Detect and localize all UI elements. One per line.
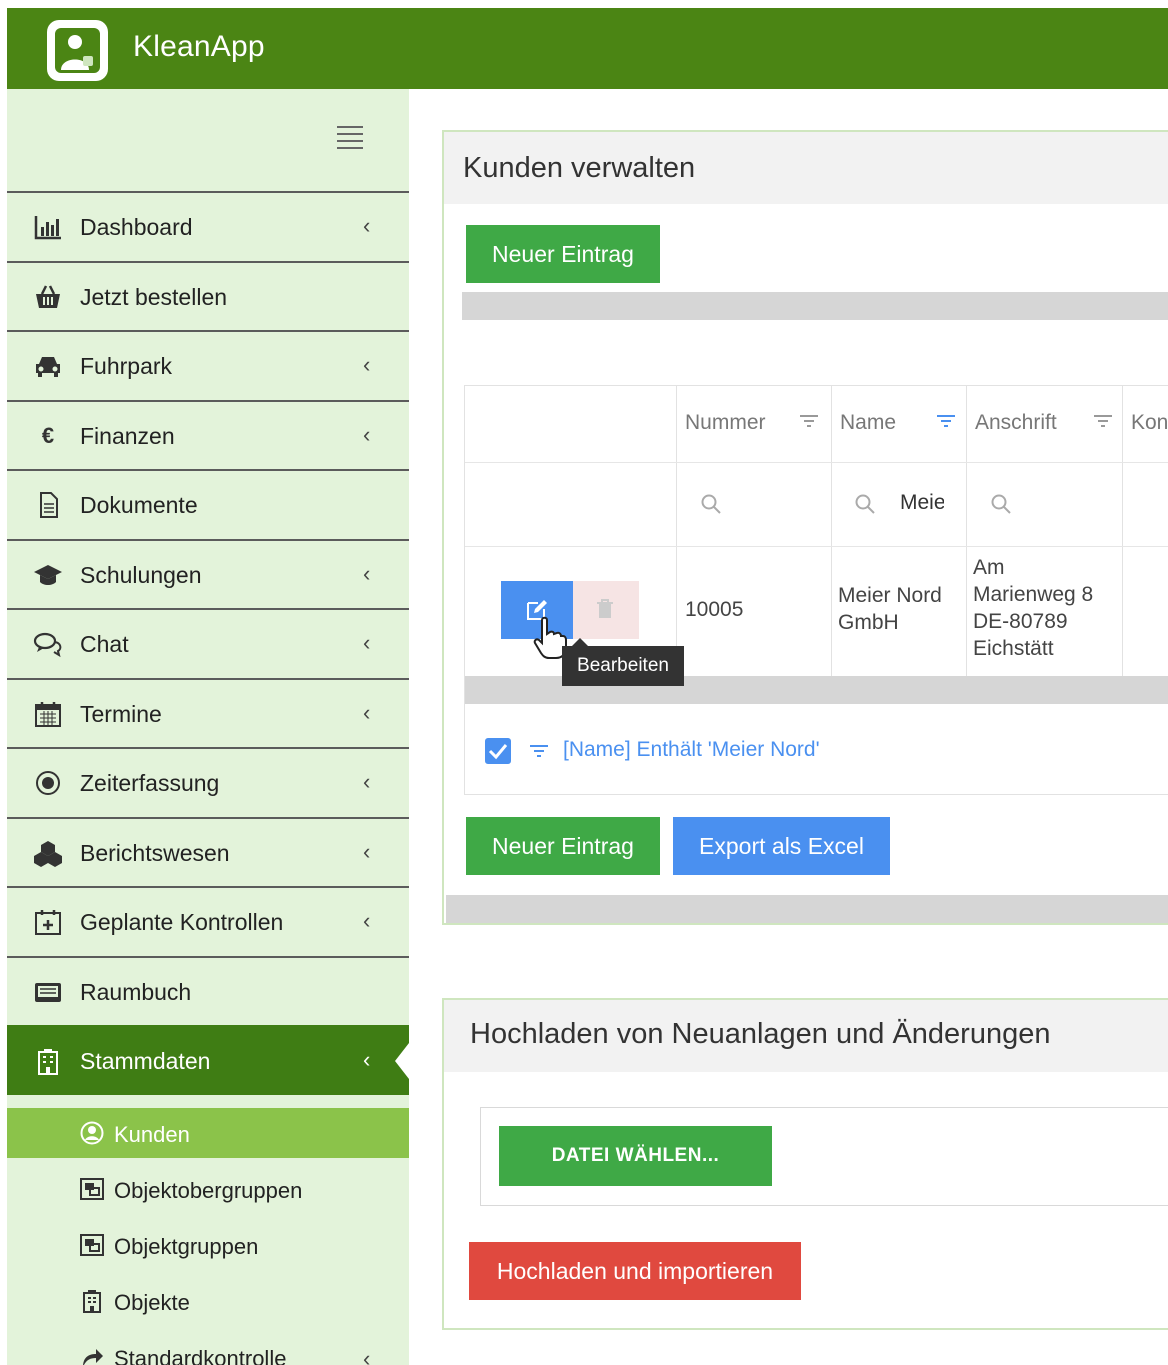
trash-icon — [597, 599, 613, 618]
app-title: KleanApp — [133, 30, 265, 63]
chat-icon — [33, 632, 62, 658]
new-entry-button-top[interactable]: Neuer Eintrag — [466, 225, 660, 283]
sidebar-item-zeiterfassung[interactable]: Zeiterfassung ‹ — [7, 747, 409, 817]
graduation-cap-icon — [34, 565, 62, 585]
sidebar-item-dashboard[interactable]: Dashboard ‹ — [7, 191, 409, 261]
search-icon[interactable] — [700, 493, 722, 515]
filter-expression[interactable]: [Name] Enthält 'Meier Nord' — [563, 738, 820, 762]
sidebar-item-dokumente[interactable]: Dokumente — [7, 469, 409, 539]
upload-panel: Hochladen von Neuanlagen und Änderungen … — [442, 998, 1168, 1330]
column-kontakt: Kon — [1122, 386, 1168, 676]
hamburger-menu-icon[interactable] — [337, 126, 363, 149]
chevron-left-icon: ‹ — [363, 1047, 371, 1072]
top-bar: KleanApp — [7, 8, 1168, 89]
bottom-bar — [446, 895, 1168, 923]
chevron-left-icon: ‹ — [363, 1346, 371, 1365]
upload-import-button[interactable]: Hochladen und importieren — [469, 1242, 801, 1300]
customers-panel: Kunden verwalten Neuer Eintrag Nummer Na… — [442, 130, 1168, 925]
cell-address-line1: Am — [973, 556, 1005, 579]
header-divider — [465, 462, 1168, 463]
person-logo-icon — [55, 28, 100, 73]
sidebar: Dashboard ‹ Jetzt bestellen Fuhrpark ‹ €… — [7, 89, 409, 1365]
sidebar-item-finanzen[interactable]: € Finanzen ‹ — [7, 400, 409, 470]
app-logo[interactable] — [47, 20, 108, 81]
calendar-icon — [35, 702, 61, 727]
new-entry-button-bottom[interactable]: Neuer Eintrag — [466, 817, 660, 875]
sidebar-subitem-standardkontrolle[interactable]: Standardkontrolle ‹ — [7, 1332, 409, 1365]
export-excel-button[interactable]: Export als Excel — [673, 817, 890, 875]
chevron-left-icon: ‹ — [363, 700, 371, 725]
car-icon — [36, 357, 60, 377]
cubes-icon — [34, 841, 62, 867]
customers-panel-title: Kunden verwalten — [463, 152, 696, 184]
euro-icon: € — [41, 423, 55, 448]
chevron-left-icon: ‹ — [363, 352, 371, 377]
sidebar-item-geplante-kontrollen[interactable]: Geplante Kontrollen ‹ — [7, 886, 409, 956]
chevron-left-icon: ‹ — [363, 213, 371, 238]
app-frame: KleanApp Dashboard ‹ Jetzt bestellen Fuh… — [7, 8, 1168, 1365]
choose-file-button[interactable]: DATEI WÄHLEN... — [499, 1126, 772, 1186]
bar-chart-icon — [34, 216, 61, 240]
sidebar-subitem-kunden[interactable]: Kunden — [7, 1108, 409, 1158]
chevron-left-icon: ‹ — [363, 769, 371, 794]
column-header-anschrift[interactable]: Anschrift — [975, 411, 1057, 435]
book-icon — [35, 983, 61, 1002]
object-group-icon — [80, 1234, 104, 1256]
share-icon — [83, 1349, 103, 1365]
filter-enabled-checkbox[interactable] — [485, 738, 511, 764]
building-icon — [83, 1290, 101, 1313]
cell-address-line2: Marienweg 8 — [973, 583, 1094, 606]
sidebar-item-jetzt-bestellen[interactable]: Jetzt bestellen — [7, 261, 409, 331]
sidebar-item-raumbuch[interactable]: Raumbuch — [7, 956, 409, 1026]
sidebar-item-stammdaten[interactable]: Stammdaten ‹ — [7, 1025, 409, 1095]
column-header-nummer[interactable]: Nummer — [685, 411, 766, 435]
target-icon — [36, 771, 60, 795]
calendar-plus-icon — [35, 910, 61, 935]
cell-address-line3: DE-80789 — [973, 610, 1068, 633]
user-circle-icon — [80, 1121, 104, 1145]
cell-address-line4: Eichstätt — [973, 637, 1054, 660]
sidebar-item-chat[interactable]: Chat ‹ — [7, 608, 409, 678]
sidebar-subitem-objektgruppen[interactable]: Objektgruppen — [7, 1220, 409, 1270]
filter-icon[interactable] — [1093, 414, 1113, 428]
checkmark-icon — [488, 744, 508, 760]
sidebar-subitem-objektobergruppen[interactable]: Objektobergruppen — [7, 1164, 409, 1214]
chevron-left-icon: ‹ — [363, 630, 371, 655]
sidebar-subitem-objekte[interactable]: Objekte — [7, 1276, 409, 1326]
sidebar-item-schulungen[interactable]: Schulungen ‹ — [7, 539, 409, 609]
upload-panel-header: Hochladen von Neuanlagen und Änderungen — [444, 1000, 1168, 1072]
document-icon — [40, 492, 58, 518]
search-icon[interactable] — [854, 493, 876, 515]
object-group-icon — [80, 1178, 104, 1200]
name-search-input[interactable]: Meie — [900, 491, 944, 515]
building-icon — [38, 1049, 58, 1075]
customers-grid: Nummer Name Meie Anschrift Kon 10005 Mei… — [464, 385, 1168, 795]
column-nummer: Nummer — [676, 386, 831, 676]
sidebar-item-berichtswesen[interactable]: Berichtswesen ‹ — [7, 817, 409, 887]
chevron-left-icon: ‹ — [363, 561, 371, 586]
cell-nummer: 10005 — [685, 598, 744, 621]
upload-panel-title: Hochladen von Neuanlagen und Änderungen — [470, 1018, 1051, 1050]
search-icon[interactable] — [990, 493, 1012, 515]
filter-icon — [530, 745, 548, 757]
basket-icon — [36, 285, 60, 308]
column-header-name[interactable]: Name — [840, 411, 896, 435]
delete-button[interactable] — [573, 581, 639, 639]
cell-name-line1: Meier Nord — [838, 584, 942, 607]
column-header-kontakt[interactable]: Kon — [1131, 411, 1168, 435]
chevron-left-icon: ‹ — [363, 908, 371, 933]
filter-icon[interactable] — [799, 414, 819, 428]
sidebar-item-fuhrpark[interactable]: Fuhrpark ‹ — [7, 330, 409, 400]
chevron-left-icon: ‹ — [363, 422, 371, 447]
cell-name-line2: GmbH — [838, 611, 899, 634]
pager-bar — [462, 292, 1168, 320]
filter-active-icon[interactable] — [936, 414, 956, 428]
file-upload-area: DATEI WÄHLEN... — [480, 1107, 1168, 1206]
customers-panel-header: Kunden verwalten — [444, 132, 1168, 204]
sidebar-item-termine[interactable]: Termine ‹ — [7, 678, 409, 748]
tooltip-bearbeiten: Bearbeiten — [562, 638, 684, 686]
filter-row-divider — [465, 546, 1168, 547]
chevron-left-icon: ‹ — [363, 839, 371, 864]
